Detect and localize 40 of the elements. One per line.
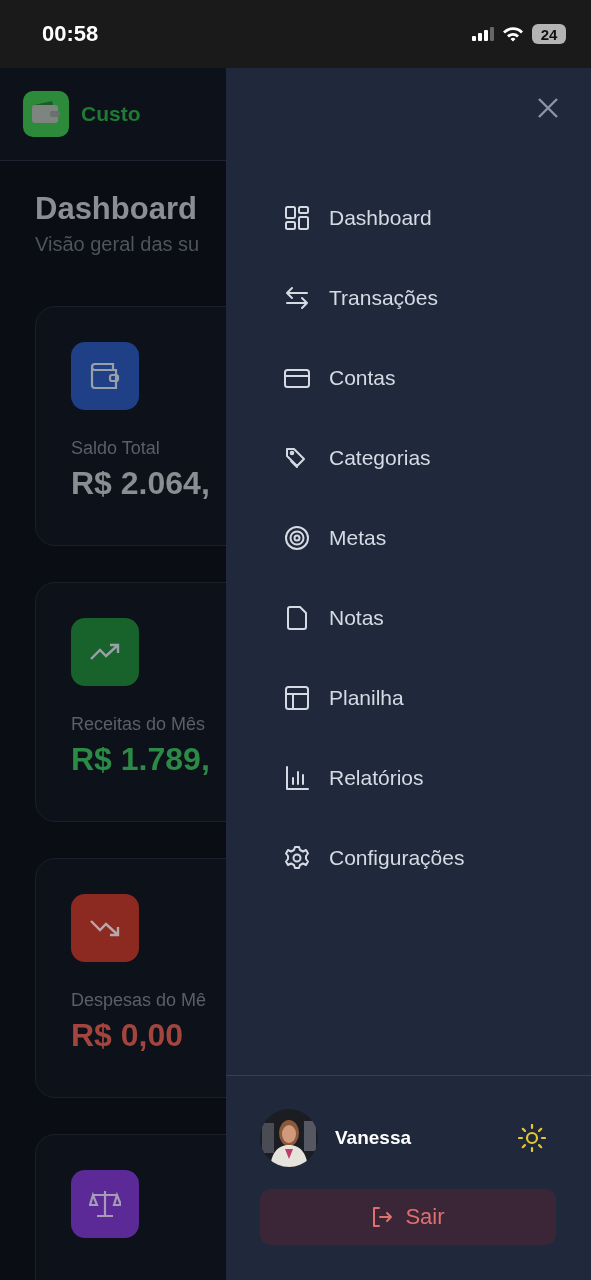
menu-item[interactable]: Transações <box>284 258 438 338</box>
user-name: Vanessa <box>335 1127 413 1149</box>
menu-icon <box>284 845 310 871</box>
trend-up-icon <box>89 642 121 662</box>
card-label: Saldo Total <box>71 438 161 459</box>
app-name: Custo <box>81 102 141 126</box>
menu-item[interactable]: Notas <box>284 578 384 658</box>
card-value: R$ 0,00 <box>71 1017 185 1054</box>
wifi-icon <box>502 26 524 42</box>
menu-icon <box>284 605 310 631</box>
menu-item[interactable]: Contas <box>284 338 396 418</box>
menu-icon <box>284 685 310 711</box>
menu-item[interactable]: Metas <box>284 498 387 578</box>
close-icon <box>537 97 559 119</box>
menu-icon <box>284 765 310 791</box>
menu-icon <box>284 205 310 231</box>
logout-button[interactable]: Sair <box>260 1189 556 1245</box>
page-title: Dashboard <box>35 191 198 227</box>
sun-icon <box>518 1124 546 1152</box>
scale-icon <box>89 1189 121 1219</box>
card-value: R$ 1.789, <box>71 741 211 778</box>
menu-item[interactable]: Planilha <box>284 658 404 738</box>
logout-icon <box>371 1206 394 1228</box>
card-label: Receitas do Mês <box>71 714 207 735</box>
signal-icon <box>472 27 494 41</box>
battery-icon: 24 <box>532 24 566 44</box>
menu-icon <box>284 525 310 551</box>
menu-item[interactable]: Categorias <box>284 418 431 498</box>
menu-item[interactable]: Configurações <box>284 818 465 898</box>
wallet-icon <box>89 361 121 391</box>
menu-item[interactable]: Relatórios <box>284 738 424 818</box>
trend-down-icon <box>89 918 121 938</box>
card-value: R$ 2.064, <box>71 465 211 502</box>
page-subtitle: Visão geral das su <box>35 233 201 256</box>
theme-toggle-button[interactable] <box>518 1124 546 1152</box>
card-label: Despesas do Mê <box>71 990 208 1011</box>
menu-icon <box>284 285 310 311</box>
status-time: 00:58 <box>42 21 99 47</box>
menu-item[interactable]: Dashboard <box>284 178 432 258</box>
wallet-logo-icon <box>23 91 69 137</box>
